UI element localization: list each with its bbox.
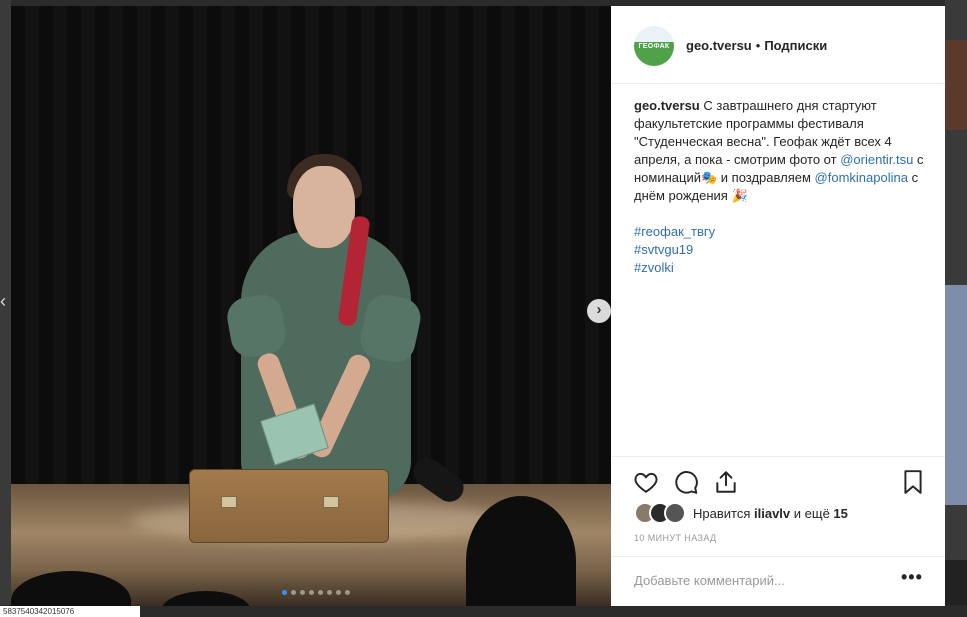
hashtag-link[interactable]: #svtvgu19 <box>634 241 929 259</box>
post-timestamp[interactable]: 10 МИНУТ НАЗАД <box>634 533 717 543</box>
action-bar <box>611 456 945 497</box>
post-panel: ГЕОФАК geo.tversu • Подписки geo.tversu С … <box>611 6 945 606</box>
mention-link[interactable]: @orientir.tsu <box>840 152 913 167</box>
post-header: ГЕОФАК geo.tversu • Подписки <box>611 6 945 84</box>
carousel-dot[interactable] <box>327 590 332 595</box>
liker-username[interactable]: iliavlv <box>754 506 790 521</box>
carousel-dot[interactable] <box>300 590 305 595</box>
comment-input[interactable]: Добавьте комментарий... <box>634 573 785 588</box>
bookmark-icon[interactable] <box>900 469 926 495</box>
previous-post-arrow-icon[interactable]: ‹ <box>0 290 9 312</box>
carousel-dot[interactable] <box>291 590 296 595</box>
bottom-link-tag[interactable]: 5837540342015076 <box>0 606 140 617</box>
performer-head <box>293 166 355 248</box>
likes-row: Нравится iliavlv и ещё 15 <box>634 502 848 524</box>
caption-username[interactable]: geo.tversu <box>634 98 700 113</box>
carousel-dot[interactable] <box>345 590 350 595</box>
hashtag-list: #геофак_твгу #svtvgu19 #zvolki <box>634 223 929 277</box>
mention-link[interactable]: @fomkinapolina <box>815 170 908 185</box>
next-slide-button[interactable]: › <box>587 299 611 323</box>
carousel-dot[interactable] <box>336 590 341 595</box>
likes-count[interactable]: 15 <box>833 506 847 521</box>
avatar[interactable]: ГЕОФАК <box>634 26 674 66</box>
hashtag-link[interactable]: #геофак_твгу <box>634 223 929 241</box>
hashtag-link[interactable]: #zvolki <box>634 259 929 277</box>
avatar[interactable] <box>664 502 686 524</box>
more-options-icon[interactable]: ••• <box>901 567 923 588</box>
carousel-dot[interactable] <box>309 590 314 595</box>
carousel-dot[interactable] <box>318 590 323 595</box>
post-photo[interactable]: › <box>11 6 611 606</box>
suitcase <box>189 469 389 543</box>
heart-icon[interactable] <box>633 469 659 495</box>
comment-bar: Добавьте комментарий... ••• <box>611 556 945 606</box>
background-right <box>945 0 967 617</box>
following-button[interactable]: Подписки <box>764 38 827 53</box>
separator: • <box>755 38 761 53</box>
background-bottom <box>0 605 967 617</box>
post-caption: geo.tversu С завтрашнего дня стартуют фа… <box>634 97 929 277</box>
username-link[interactable]: geo.tversu <box>686 38 752 53</box>
share-icon[interactable] <box>713 469 739 495</box>
likes-summary[interactable]: Нравится iliavlv и ещё 15 <box>693 506 848 521</box>
carousel-dot[interactable] <box>282 590 287 595</box>
carousel-dots <box>282 590 350 595</box>
comment-icon[interactable] <box>673 469 699 495</box>
